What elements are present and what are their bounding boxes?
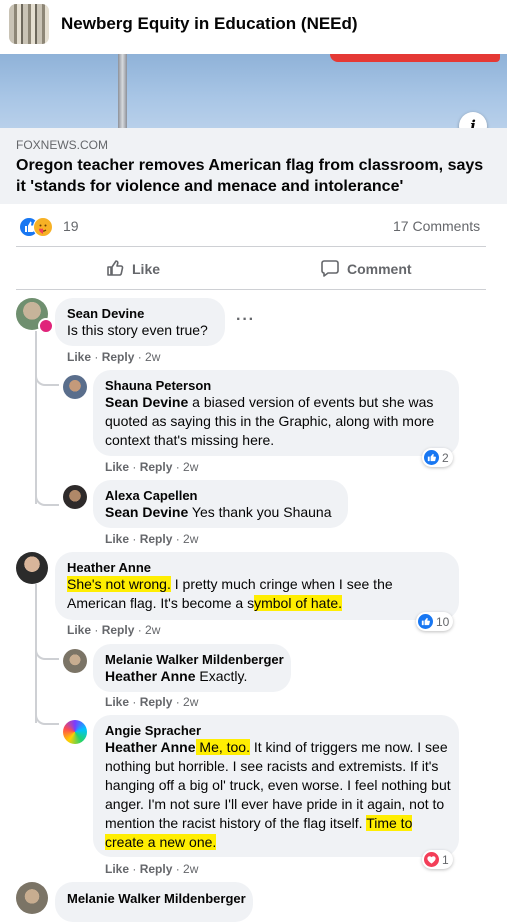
comment-reactions[interactable]: 1 [422,850,453,869]
comment-author[interactable]: Heather Anne [67,560,151,575]
avatar[interactable] [63,485,87,509]
comment-time[interactable]: 2w [145,350,160,364]
comment-like-link[interactable]: Like [105,862,129,876]
thread-connector [35,709,59,725]
reaction-count: 10 [436,614,450,629]
link-preview-image[interactable] [0,54,507,128]
like-label: Like [132,261,161,277]
comment-like-link[interactable]: Like [67,623,91,637]
comment-text: Sean Devine a biased version of events b… [105,394,435,448]
comment-like-link[interactable]: Like [67,350,91,364]
comment-time[interactable]: 2w [183,862,198,876]
comment-reactions[interactable]: 10 [416,612,454,631]
like-icon [424,450,439,465]
thumbs-up-icon [105,258,125,281]
comment-meta: Like · Reply · 2w [105,460,199,474]
comment-meta: Like · Reply · 2w [67,350,161,364]
thread-connector [35,370,59,386]
comment-reply-link[interactable]: Reply [140,532,173,546]
divider [16,289,486,290]
more-options-icon[interactable]: ··· [236,311,255,329]
group-name[interactable]: Newberg Equity in Education (NEEd) [61,14,358,34]
link-headline[interactable]: Oregon teacher removes American flag fro… [16,155,486,197]
mention-link[interactable]: Heather Anne [105,739,196,755]
comment-reply-link[interactable]: Reply [140,862,173,876]
comment-like-link[interactable]: Like [105,460,129,474]
comment-time[interactable]: 2w [183,532,198,546]
comment-author[interactable]: Melanie Walker Mildenberger [67,891,246,906]
comment-reply-link[interactable]: Reply [140,460,173,474]
divider [16,246,486,247]
comment-reply-link[interactable]: Reply [102,350,135,364]
thread-connector [35,644,59,660]
thread-connector [35,490,59,506]
comment-time[interactable]: 2w [145,623,160,637]
avatar[interactable] [63,720,87,744]
link-domain: FOXNEWS.COM [16,138,108,152]
comment-author[interactable]: Angie Spracher [105,723,201,738]
avatar[interactable] [63,375,87,399]
comment-button[interactable]: Comment [320,258,412,280]
comment-icon [320,258,340,281]
badge-icon [38,318,54,334]
like-button[interactable]: Like [105,258,160,280]
avatar[interactable] [16,882,48,914]
comment-like-link[interactable]: Like [105,695,129,709]
comment-text: Heather Anne Me, too. It kind of trigger… [105,739,451,850]
comment-label: Comment [347,261,412,277]
comment-author[interactable]: Melanie Walker Mildenberger [105,652,284,667]
comment-author[interactable]: Sean Devine [67,306,144,321]
like-icon [418,614,433,629]
comment-time[interactable]: 2w [183,695,198,709]
comment-reply-link[interactable]: Reply [140,695,173,709]
flagpole-graphic [118,54,127,128]
avatar[interactable] [63,649,87,673]
comment-text: Heather Anne Exactly. [105,668,248,684]
thread-line [35,331,37,504]
comment-like-link[interactable]: Like [105,532,129,546]
flag-graphic [330,54,500,62]
comment-text: She's not wrong. I pretty much cringe wh… [67,576,393,611]
mention-link[interactable]: Sean Devine [105,394,188,410]
group-avatar[interactable] [9,4,49,44]
comment-meta: Like · Reply · 2w [105,862,199,876]
reaction-count[interactable]: 19 [63,218,79,234]
comment-reactions[interactable]: 2 [422,448,453,467]
comment-text: Is this story even true? [67,322,208,338]
reaction-count: 2 [442,450,449,465]
comment-author[interactable]: Shauna Peterson [105,378,211,393]
comment-author[interactable]: Alexa Capellen [105,488,198,503]
comment-meta: Like · Reply · 2w [67,623,161,637]
comment-text: Sean Devine Yes thank you Shauna [105,504,332,520]
heart-icon [424,852,439,867]
mention-link[interactable]: Sean Devine [105,504,188,520]
comment-reply-link[interactable]: Reply [102,623,135,637]
mention-link[interactable]: Heather Anne [105,668,196,684]
avatar[interactable] [16,552,48,584]
comment-meta: Like · Reply · 2w [105,695,199,709]
comment-meta: Like · Reply · 2w [105,532,199,546]
comment-time[interactable]: 2w [183,460,198,474]
comments-count[interactable]: 17 Comments [393,218,480,234]
care-icon [33,217,53,237]
reaction-count: 1 [442,852,449,867]
